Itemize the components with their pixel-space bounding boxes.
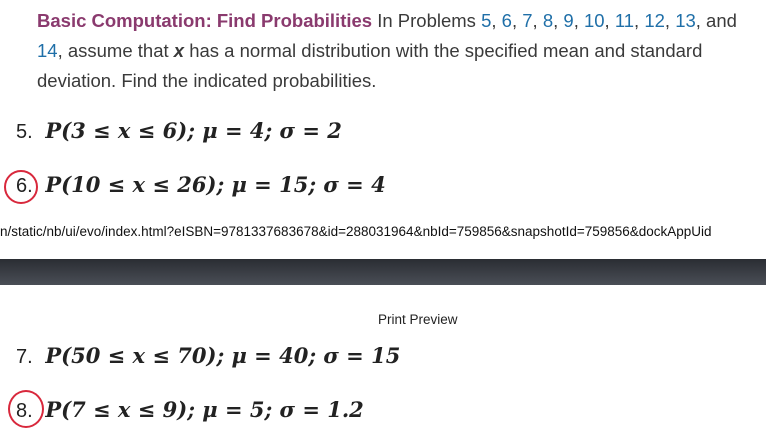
problem-link-11[interactable]: 11 [615, 10, 634, 31]
problem-link-12[interactable]: 12 [644, 10, 665, 31]
section-heading: Basic Computation: Find Probabilities [37, 10, 373, 31]
problem-link-10[interactable]: 10 [584, 10, 605, 31]
print-preview-label: Print Preview [378, 312, 458, 327]
problem-link-6[interactable]: 6 [502, 10, 512, 31]
annotation-circle [4, 170, 38, 204]
url-text: n/static/nb/ui/evo/index.html?eISBN=9781… [0, 224, 712, 239]
instructions-paragraph: Basic Computation: Find Probabilities In… [37, 10, 737, 91]
problem-number: 7. [16, 346, 33, 368]
problem-expression: P(50 ≤ x ≤ 70); μ = 40; σ = 15 [45, 343, 401, 368]
problem-link-14[interactable]: 14 [37, 40, 58, 61]
problem-6: 6. P(10 ≤ x ≤ 26); μ = 15; σ = 4 [16, 172, 386, 198]
problem-5: 5. P(3 ≤ x ≤ 6); μ = 4; σ = 2 [16, 118, 342, 144]
problem-8: 8. P(7 ≤ x ≤ 9); μ = 5; σ = 1.2 [16, 397, 364, 423]
problem-link-7[interactable]: 7 [522, 10, 532, 31]
problem-7: 7. P(50 ≤ x ≤ 70); μ = 40; σ = 15 [16, 343, 400, 369]
problem-link-8[interactable]: 8 [543, 10, 553, 31]
problem-link-5[interactable]: 5 [481, 10, 491, 31]
problem-expression: P(10 ≤ x ≤ 26); μ = 15; σ = 4 [45, 172, 386, 197]
problem-expression: P(7 ≤ x ≤ 9); μ = 5; σ = 1.2 [45, 397, 364, 422]
problem-expression: P(3 ≤ x ≤ 6); μ = 4; σ = 2 [45, 118, 342, 143]
annotation-circle [8, 390, 44, 428]
problem-link-9[interactable]: 9 [563, 10, 573, 31]
intro-text-2: , assume that [57, 40, 169, 61]
problem-number: 5. [16, 121, 33, 143]
intro-text: In Problems [377, 10, 476, 31]
problem-link-13[interactable]: 13 [675, 10, 696, 31]
variable-x: x [173, 40, 185, 61]
page-divider [0, 259, 766, 285]
